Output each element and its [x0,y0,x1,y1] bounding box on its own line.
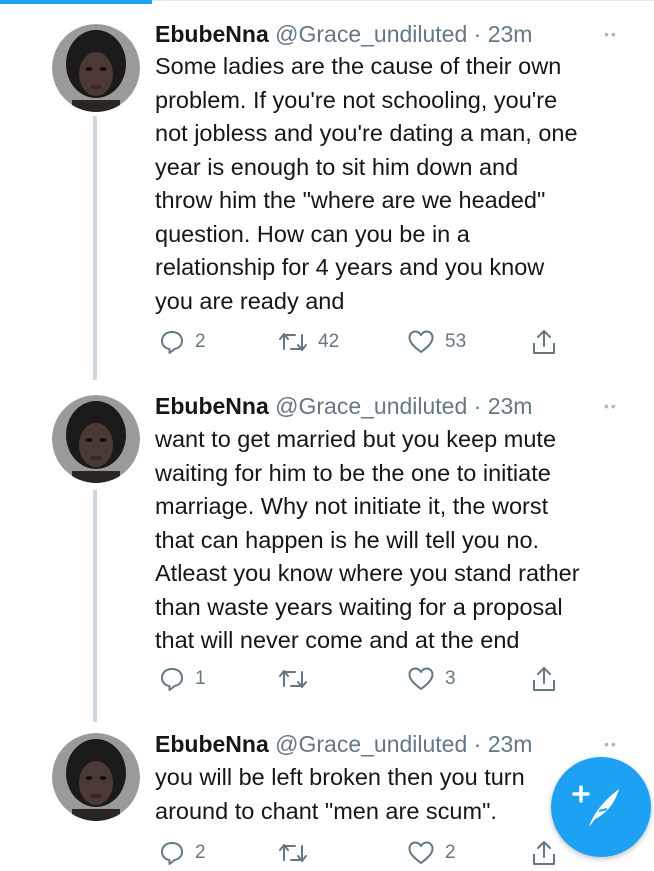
heart-icon [407,840,435,866]
share-button[interactable] [531,327,557,357]
avatar[interactable] [52,395,140,483]
reply-count: 1 [195,668,206,689]
heart-icon [407,666,435,692]
heart-icon [407,329,435,355]
timestamp[interactable]: 23m [488,731,533,757]
tweet-header: EbubeNna @Grace_undiluted · 23m [155,19,532,49]
more-options-icon[interactable]: •• [604,391,628,421]
tweet-actions: 2 42 53 [155,327,575,357]
user-handle[interactable]: @Grace_undiluted [275,731,467,757]
retweet-button[interactable] [278,838,318,868]
compose-tweet-button[interactable] [551,757,651,857]
timestamp[interactable]: 23m [488,393,533,419]
tweet-actions: 1 3 [155,664,575,694]
tweet-header: EbubeNna @Grace_undiluted · 23m [155,391,532,421]
retweet-button[interactable]: 42 [278,327,339,357]
user-handle[interactable]: @Grace_undiluted [275,21,467,47]
share-button[interactable] [531,838,557,868]
retweet-icon [278,840,308,866]
share-icon [531,839,557,867]
reply-count: 2 [195,331,206,352]
more-options-icon[interactable]: •• [604,19,628,49]
like-count: 3 [445,668,456,689]
reply-button[interactable]: 2 [159,327,206,357]
reply-button[interactable]: 2 [159,838,206,868]
tweet[interactable]: EbubeNna @Grace_undiluted · 23m •• Some … [0,0,654,380]
separator-dot: · [473,393,482,419]
more-options-icon[interactable]: •• [604,729,628,759]
avatar[interactable] [52,733,140,821]
display-name[interactable]: EbubeNna [155,21,269,47]
separator-dot: · [473,731,482,757]
share-icon [531,665,557,693]
reply-button[interactable]: 1 [159,664,206,694]
separator-dot: · [473,21,482,47]
display-name[interactable]: EbubeNna [155,393,269,419]
tweet-header: EbubeNna @Grace_undiluted · 23m [155,729,532,759]
reply-icon [159,666,185,692]
like-button[interactable]: 53 [407,327,466,357]
like-count: 2 [445,842,456,863]
share-icon [531,328,557,356]
like-count: 53 [445,331,467,352]
tweet-text: Some ladies are the cause of their own p… [155,53,578,314]
tweet[interactable]: EbubeNna @Grace_undiluted · 23m •• want … [0,380,654,718]
reply-count: 2 [195,842,206,863]
like-button[interactable]: 2 [407,838,456,868]
retweet-count: 42 [318,331,340,352]
reply-icon [159,840,185,866]
reply-icon [159,329,185,355]
like-button[interactable]: 3 [407,664,456,694]
user-handle[interactable]: @Grace_undiluted [275,393,467,419]
share-button[interactable] [531,664,557,694]
retweet-button[interactable] [278,664,318,694]
tweet-actions: 2 2 [155,838,575,868]
retweet-icon [278,666,308,692]
timestamp[interactable]: 23m [488,21,533,47]
retweet-icon [278,329,308,355]
avatar[interactable] [52,24,140,112]
display-name[interactable]: EbubeNna [155,731,269,757]
tweet-text: want to get married but you keep mute wa… [155,426,580,653]
